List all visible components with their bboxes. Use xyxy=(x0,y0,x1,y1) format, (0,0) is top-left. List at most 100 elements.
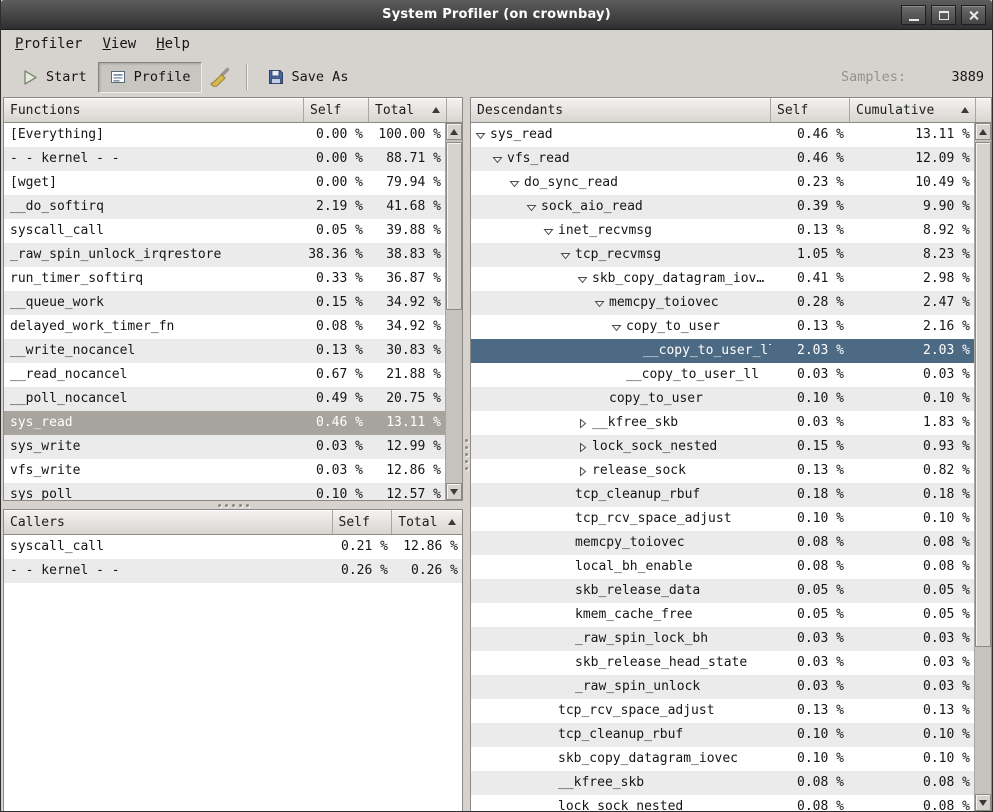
descendant-row[interactable]: tcp_rcv_space_adjust0.10 %0.10 % xyxy=(471,507,974,531)
function-row[interactable]: __write_nocancel0.13 %30.83 % xyxy=(4,339,445,363)
expander-expanded-icon[interactable] xyxy=(492,154,507,165)
expander-expanded-icon[interactable] xyxy=(611,322,626,333)
descendant-row[interactable]: lock_sock_nested0.08 %0.08 % xyxy=(471,795,974,811)
descendant-row[interactable]: release_sock0.13 %0.82 % xyxy=(471,459,974,483)
start-button[interactable]: Start xyxy=(9,62,98,93)
descendant-row[interactable]: tcp_recvmsg1.05 %8.23 % xyxy=(471,243,974,267)
descendant-row[interactable]: skb_copy_datagram_iovec0.10 %0.10 % xyxy=(471,747,974,771)
function-row[interactable]: syscall_call0.05 %39.88 % xyxy=(4,219,445,243)
function-row[interactable]: __queue_work0.15 %34.92 % xyxy=(4,291,445,315)
functions-column-header[interactable]: Functions xyxy=(4,98,304,122)
descendant-row[interactable]: memcpy_toiovec0.28 %2.47 % xyxy=(471,291,974,315)
save-as-button[interactable]: Save As xyxy=(256,62,360,93)
function-row[interactable]: __do_softirq2.19 %41.68 % xyxy=(4,195,445,219)
expander-expanded-icon[interactable] xyxy=(543,226,558,237)
cumulative-value-cell: 0.10 % xyxy=(850,387,974,411)
scroll-down-button[interactable] xyxy=(975,794,991,811)
self-value-cell: 0.41 % xyxy=(771,267,850,291)
descendant-row[interactable]: tcp_rcv_space_adjust0.13 %0.13 % xyxy=(471,699,974,723)
expander-expanded-icon[interactable] xyxy=(594,298,609,309)
expander-collapsed-icon[interactable] xyxy=(577,466,592,477)
titlebar[interactable]: System Profiler (on crownbay) xyxy=(1,0,992,30)
self-value-cell: 2.19 % xyxy=(304,195,369,219)
descendant-row[interactable]: lock_sock_nested0.15 %0.93 % xyxy=(471,435,974,459)
reset-button[interactable] xyxy=(202,62,238,93)
descendant-row[interactable]: tcp_cleanup_rbuf0.18 %0.18 % xyxy=(471,483,974,507)
expander-expanded-icon[interactable] xyxy=(560,250,575,261)
descendant-row[interactable]: _raw_spin_unlock0.03 %0.03 % xyxy=(471,675,974,699)
function-row[interactable]: sys_write0.03 %12.99 % xyxy=(4,435,445,459)
descendant-row[interactable]: kmem_cache_free0.05 %0.05 % xyxy=(471,603,974,627)
self-value-cell: 0.03 % xyxy=(304,459,369,483)
scroll-up-button[interactable] xyxy=(975,123,991,140)
vertical-splitter[interactable] xyxy=(463,97,470,812)
descendant-row[interactable]: vfs_read0.46 %12.09 % xyxy=(471,147,974,171)
function-row[interactable]: _raw_spin_unlock_irqrestore38.36 %38.83 … xyxy=(4,243,445,267)
callers-self-column-header[interactable]: Self xyxy=(333,510,393,534)
function-row[interactable]: __read_nocancel0.67 %21.88 % xyxy=(4,363,445,387)
descendants-scrollbar[interactable] xyxy=(974,123,991,811)
callers-list: syscall_call0.21 %12.86 %- - kernel - -0… xyxy=(4,535,462,811)
function-row[interactable]: sys_poll0.10 %12.57 % xyxy=(4,483,445,500)
total-value-cell: 41.68 % xyxy=(369,195,445,219)
descendant-row[interactable]: inet_recvmsg0.13 %8.92 % xyxy=(471,219,974,243)
caller-row[interactable]: - - kernel - -0.26 %0.26 % xyxy=(4,559,462,583)
function-row[interactable]: [wget]0.00 %79.94 % xyxy=(4,171,445,195)
functions-total-column-header[interactable]: Total xyxy=(369,98,447,122)
descendant-row[interactable]: skb_release_data0.05 %0.05 % xyxy=(471,579,974,603)
descendant-row[interactable]: __kfree_skb0.03 %1.83 % xyxy=(471,411,974,435)
expander-collapsed-icon[interactable] xyxy=(577,442,592,453)
function-row[interactable]: delayed_work_timer_fn0.08 %34.92 % xyxy=(4,315,445,339)
descendant-row[interactable]: skb_release_head_state0.03 %0.03 % xyxy=(471,651,974,675)
descendant-row[interactable]: skb_copy_datagram_iov…0.41 %2.98 % xyxy=(471,267,974,291)
descendant-row[interactable]: copy_to_user0.13 %2.16 % xyxy=(471,315,974,339)
close-button[interactable] xyxy=(961,5,986,25)
descendant-name-cell: skb_release_head_state xyxy=(471,651,771,675)
expander-expanded-icon[interactable] xyxy=(526,202,541,213)
functions-self-column-header[interactable]: Self xyxy=(304,98,369,122)
descendants-cumulative-column-header[interactable]: Cumulative xyxy=(850,98,976,122)
function-row[interactable]: run_timer_softirq0.33 %36.87 % xyxy=(4,267,445,291)
function-row[interactable]: sys_read0.46 %13.11 % xyxy=(4,411,445,435)
self-value-cell: 0.05 % xyxy=(771,603,850,627)
scroll-down-button[interactable] xyxy=(446,483,462,500)
expander-expanded-icon[interactable] xyxy=(577,274,592,285)
maximize-button[interactable] xyxy=(931,5,956,25)
horizontal-splitter[interactable] xyxy=(3,501,463,509)
descendant-name-cell: memcpy_toiovec xyxy=(471,291,771,315)
callers-column-header[interactable]: Callers xyxy=(4,510,333,534)
caller-row[interactable]: syscall_call0.21 %12.86 % xyxy=(4,535,462,559)
scrollbar-thumb[interactable] xyxy=(446,142,462,310)
function-row[interactable]: vfs_write0.03 %12.86 % xyxy=(4,459,445,483)
profile-toggle-button[interactable]: Profile xyxy=(98,62,202,93)
minimize-button[interactable] xyxy=(901,5,926,25)
expander-expanded-icon[interactable] xyxy=(509,178,524,189)
function-row[interactable]: - - kernel - -0.00 %88.71 % xyxy=(4,147,445,171)
menu-view[interactable]: View xyxy=(92,33,146,55)
descendants-self-column-header[interactable]: Self xyxy=(771,98,850,122)
descendant-row[interactable]: _raw_spin_lock_bh0.03 %0.03 % xyxy=(471,627,974,651)
descendant-row[interactable]: copy_to_user0.10 %0.10 % xyxy=(471,387,974,411)
descendant-row[interactable]: do_sync_read0.23 %10.49 % xyxy=(471,171,974,195)
expander-expanded-icon[interactable] xyxy=(475,130,490,141)
descendants-column-header[interactable]: Descendants xyxy=(471,98,771,122)
descendant-row[interactable]: __copy_to_user_ll0.03 %0.03 % xyxy=(471,363,974,387)
descendant-name-cell: copy_to_user xyxy=(471,315,771,339)
function-row[interactable]: [Everything]0.00 %100.00 % xyxy=(4,123,445,147)
descendant-row[interactable]: sys_read0.46 %13.11 % xyxy=(471,123,974,147)
descendant-row[interactable]: sock_aio_read0.39 %9.90 % xyxy=(471,195,974,219)
descendant-row[interactable]: __copy_to_user_ll2.03 %2.03 % xyxy=(471,339,974,363)
descendant-row[interactable]: local_bh_enable0.08 %0.08 % xyxy=(471,555,974,579)
expander-collapsed-icon[interactable] xyxy=(577,418,592,429)
descendant-row[interactable]: __kfree_skb0.08 %0.08 % xyxy=(471,771,974,795)
self-value-cell: 0.03 % xyxy=(771,651,850,675)
functions-scrollbar[interactable] xyxy=(445,123,462,500)
menu-profiler[interactable]: Profiler xyxy=(5,33,92,55)
descendant-row[interactable]: tcp_cleanup_rbuf0.10 %0.10 % xyxy=(471,723,974,747)
scroll-up-button[interactable] xyxy=(446,123,462,140)
descendant-row[interactable]: memcpy_toiovec0.08 %0.08 % xyxy=(471,531,974,555)
function-row[interactable]: __poll_nocancel0.49 %20.75 % xyxy=(4,387,445,411)
scrollbar-thumb[interactable] xyxy=(975,142,991,647)
callers-total-column-header[interactable]: Total xyxy=(392,510,462,534)
menu-help[interactable]: Help xyxy=(146,33,200,55)
